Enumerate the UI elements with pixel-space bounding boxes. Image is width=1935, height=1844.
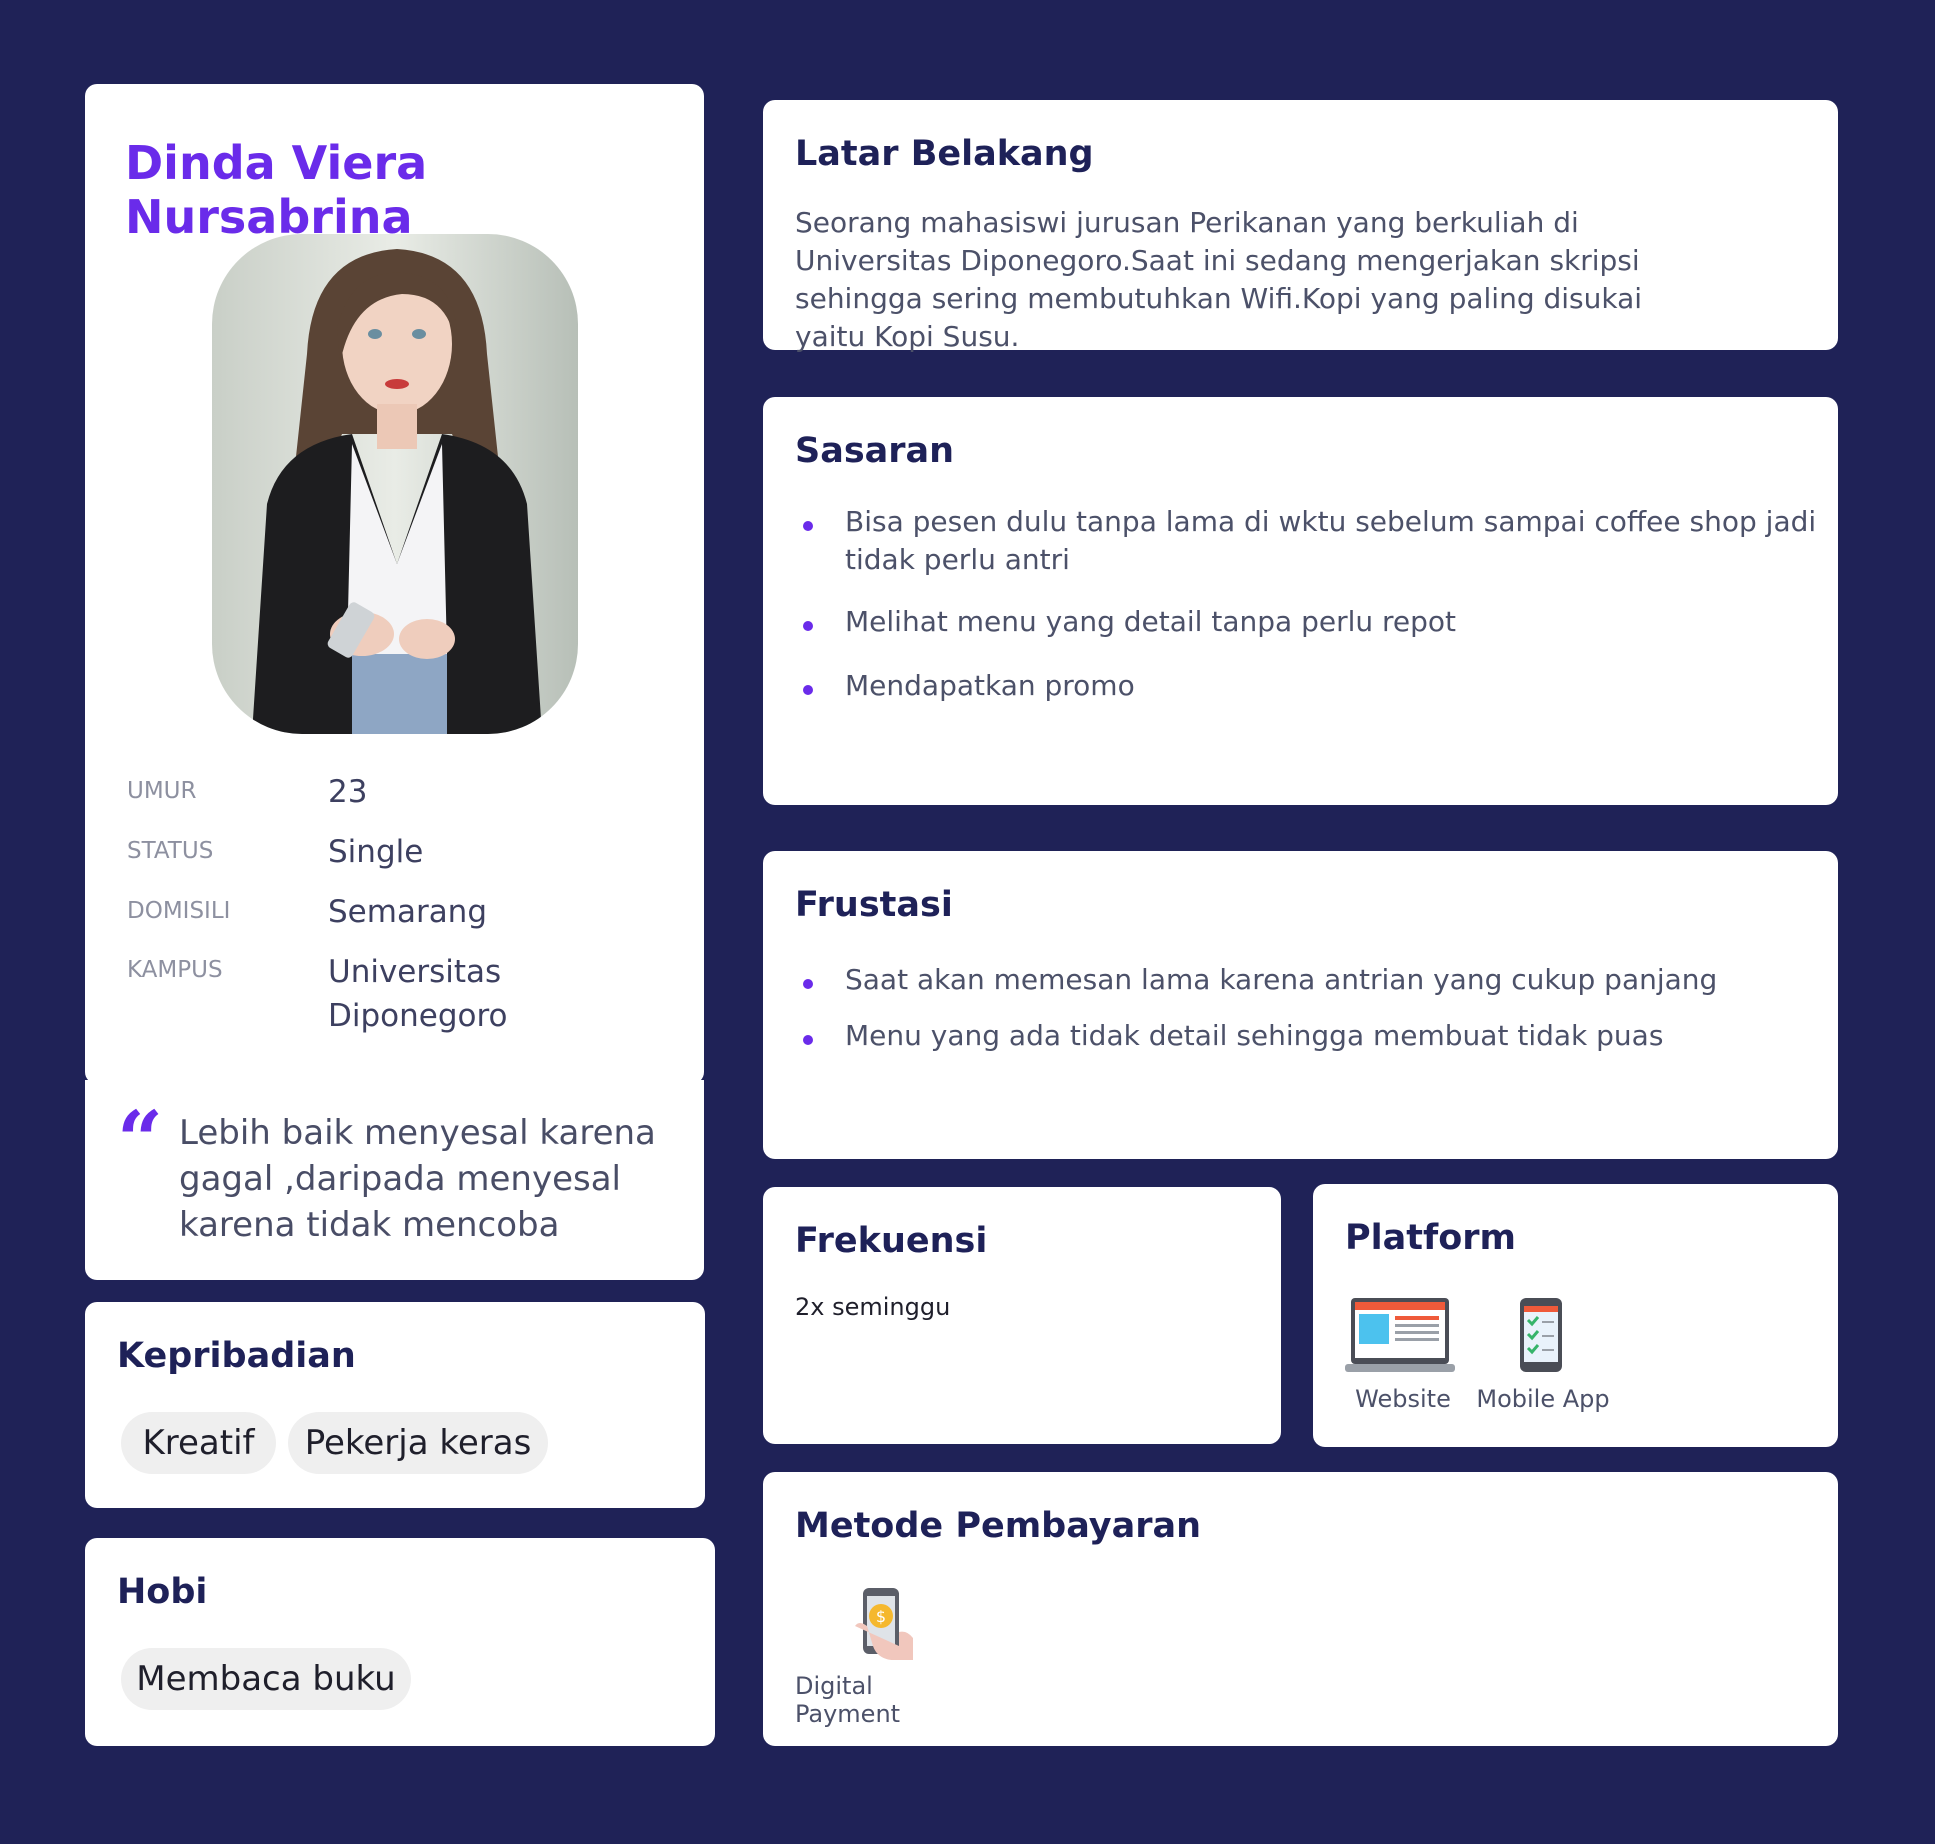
frekuensi-value: 2x seminggu: [795, 1293, 951, 1321]
pembayaran-title: Metode Pembayaran: [795, 1506, 1202, 1546]
latar-belakang-title: Latar Belakang: [795, 134, 1094, 174]
info-value-domisili: Semarang: [328, 894, 488, 930]
info-label-status: STATUS: [127, 838, 214, 864]
frustasi-card: Frustasi Saat akan memesan lama karena a…: [763, 851, 1838, 1159]
info-value-umur: 23: [328, 774, 368, 810]
mobile-app-icon: [1520, 1298, 1562, 1372]
laptop-website-icon: [1345, 1298, 1455, 1372]
frustasi-title: Frustasi: [795, 885, 953, 925]
bullet-dot-icon: [803, 685, 813, 695]
profile-card: Dinda Viera Nursabrina UMUR 23 STATUS Si…: [85, 84, 704, 1084]
info-label-domisili: DOMISILI: [127, 898, 231, 924]
payment-label-digital: Digital Payment: [795, 1672, 901, 1728]
quote-text: Lebih baik menyesal karena gagal ,daripa…: [179, 1113, 656, 1245]
hobby-chip: Membaca buku: [121, 1648, 411, 1710]
digital-payment-icon: $: [855, 1588, 913, 1660]
info-value-kampus: Universitas Diponegoro: [328, 954, 508, 1034]
frekuensi-title: Frekuensi: [795, 1221, 988, 1261]
hobi-title: Hobi: [117, 1572, 208, 1612]
trait-chip: Pekerja keras: [288, 1412, 548, 1474]
platform-title: Platform: [1345, 1218, 1517, 1258]
bullet-dot-icon: [803, 521, 813, 531]
sasaran-card: Sasaran Bisa pesen dulu tanpa lama di wk…: [763, 397, 1838, 805]
persona-photo-illustration: [212, 234, 578, 734]
svg-text:$: $: [876, 1607, 886, 1626]
bullet-dot-icon: [803, 979, 813, 989]
kepribadian-title: Kepribadian: [117, 1336, 356, 1376]
info-label-kampus: KAMPUS: [127, 957, 223, 983]
bullet-dot-icon: [803, 1035, 813, 1045]
latar-belakang-text: Seorang mahasiswi jurusan Perikanan yang…: [795, 206, 1643, 353]
pembayaran-card: Metode Pembayaran $ Digital Payment: [763, 1472, 1838, 1746]
kepribadian-card: Kepribadian Kreatif Pekerja keras: [85, 1302, 705, 1508]
frekuensi-card: Frekuensi 2x seminggu: [763, 1187, 1281, 1444]
platform-card: Platform Website Mobile App: [1313, 1184, 1838, 1447]
bullet-dot-icon: [803, 621, 813, 631]
quote-card: “ Lebih baik menyesal karena gagal ,dari…: [85, 1080, 704, 1280]
persona-photo: [212, 234, 578, 734]
platform-label-mobile: Mobile App: [1476, 1385, 1610, 1413]
hobi-card: Hobi Membaca buku: [85, 1538, 715, 1746]
platform-label-website: Website: [1355, 1385, 1451, 1413]
trait-chip: Kreatif: [121, 1412, 276, 1474]
info-label-umur: UMUR: [127, 778, 197, 804]
latar-belakang-card: Latar Belakang Seorang mahasiswi jurusan…: [763, 100, 1838, 353]
quote-mark-icon: “: [117, 1093, 164, 1187]
persona-name: Dinda Viera Nursabrina: [125, 136, 428, 244]
sasaran-title: Sasaran: [795, 431, 955, 471]
info-value-status: Single: [328, 834, 424, 870]
